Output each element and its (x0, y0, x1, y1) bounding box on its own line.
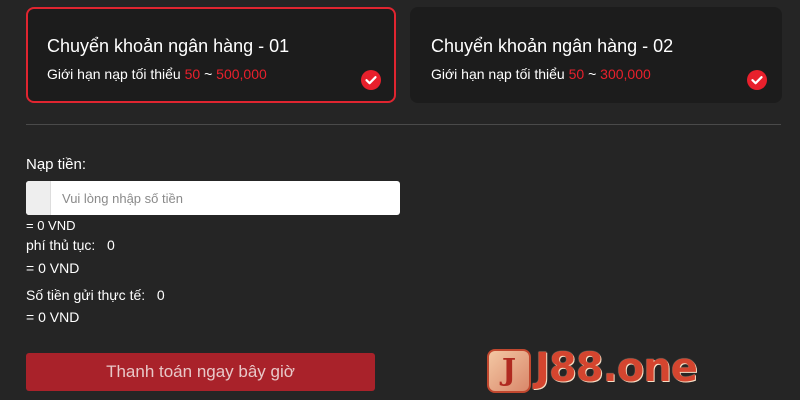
j88-logo: J J88.one (487, 345, 727, 397)
limit-min: 50 (568, 66, 585, 82)
input-prefix (26, 181, 51, 215)
fee-label: phí thủ tục: (26, 237, 96, 253)
pay-now-button[interactable]: Thanh toán ngay bây giờ (26, 353, 375, 391)
actual-value: 0 (156, 287, 165, 303)
bank-transfer-card-02[interactable]: Chuyển khoản ngân hàng - 02 Giới hạn nạp… (410, 7, 782, 103)
check-circle-icon (747, 70, 767, 90)
limit-separator: ~ (588, 66, 597, 82)
card-title: Chuyển khoản ngân hàng - 02 (431, 36, 674, 56)
fee-value: 0 (106, 237, 115, 253)
limit-max: 300,000 (600, 66, 651, 82)
bank-transfer-card-01[interactable]: Chuyển khoản ngân hàng - 01 Giới hạn nạp… (26, 7, 396, 103)
limit-max: 500,000 (216, 66, 267, 82)
logo-mark: J (487, 349, 531, 393)
card-title: Chuyển khoản ngân hàng - 01 (47, 36, 290, 56)
actual-converted: = 0 VND (26, 309, 80, 325)
logo-text: J88.one (535, 345, 698, 391)
actual-row: Số tiền gửi thực tế: 0 (26, 287, 165, 303)
check-circle-icon (361, 70, 381, 90)
deposit-converted: = 0 VND (26, 218, 76, 233)
limit-separator: ~ (204, 66, 213, 82)
deposit-amount-input[interactable] (51, 181, 396, 215)
card-limit: Giới hạn nạp tối thiểu 50 ~ 500,000 (47, 66, 267, 82)
limit-label: Giới hạn nạp tối thiểu (47, 66, 181, 82)
fee-row: phí thủ tục: 0 (26, 237, 115, 253)
fee-converted: = 0 VND (26, 260, 80, 276)
limit-label: Giới hạn nạp tối thiểu (431, 66, 565, 82)
actual-label: Số tiền gửi thực tế: (26, 287, 146, 303)
card-limit: Giới hạn nạp tối thiểu 50 ~ 300,000 (431, 66, 651, 82)
deposit-label: Nạp tiền: (26, 156, 87, 173)
limit-min: 50 (184, 66, 201, 82)
deposit-amount-field[interactable] (26, 181, 400, 215)
divider (26, 124, 781, 125)
